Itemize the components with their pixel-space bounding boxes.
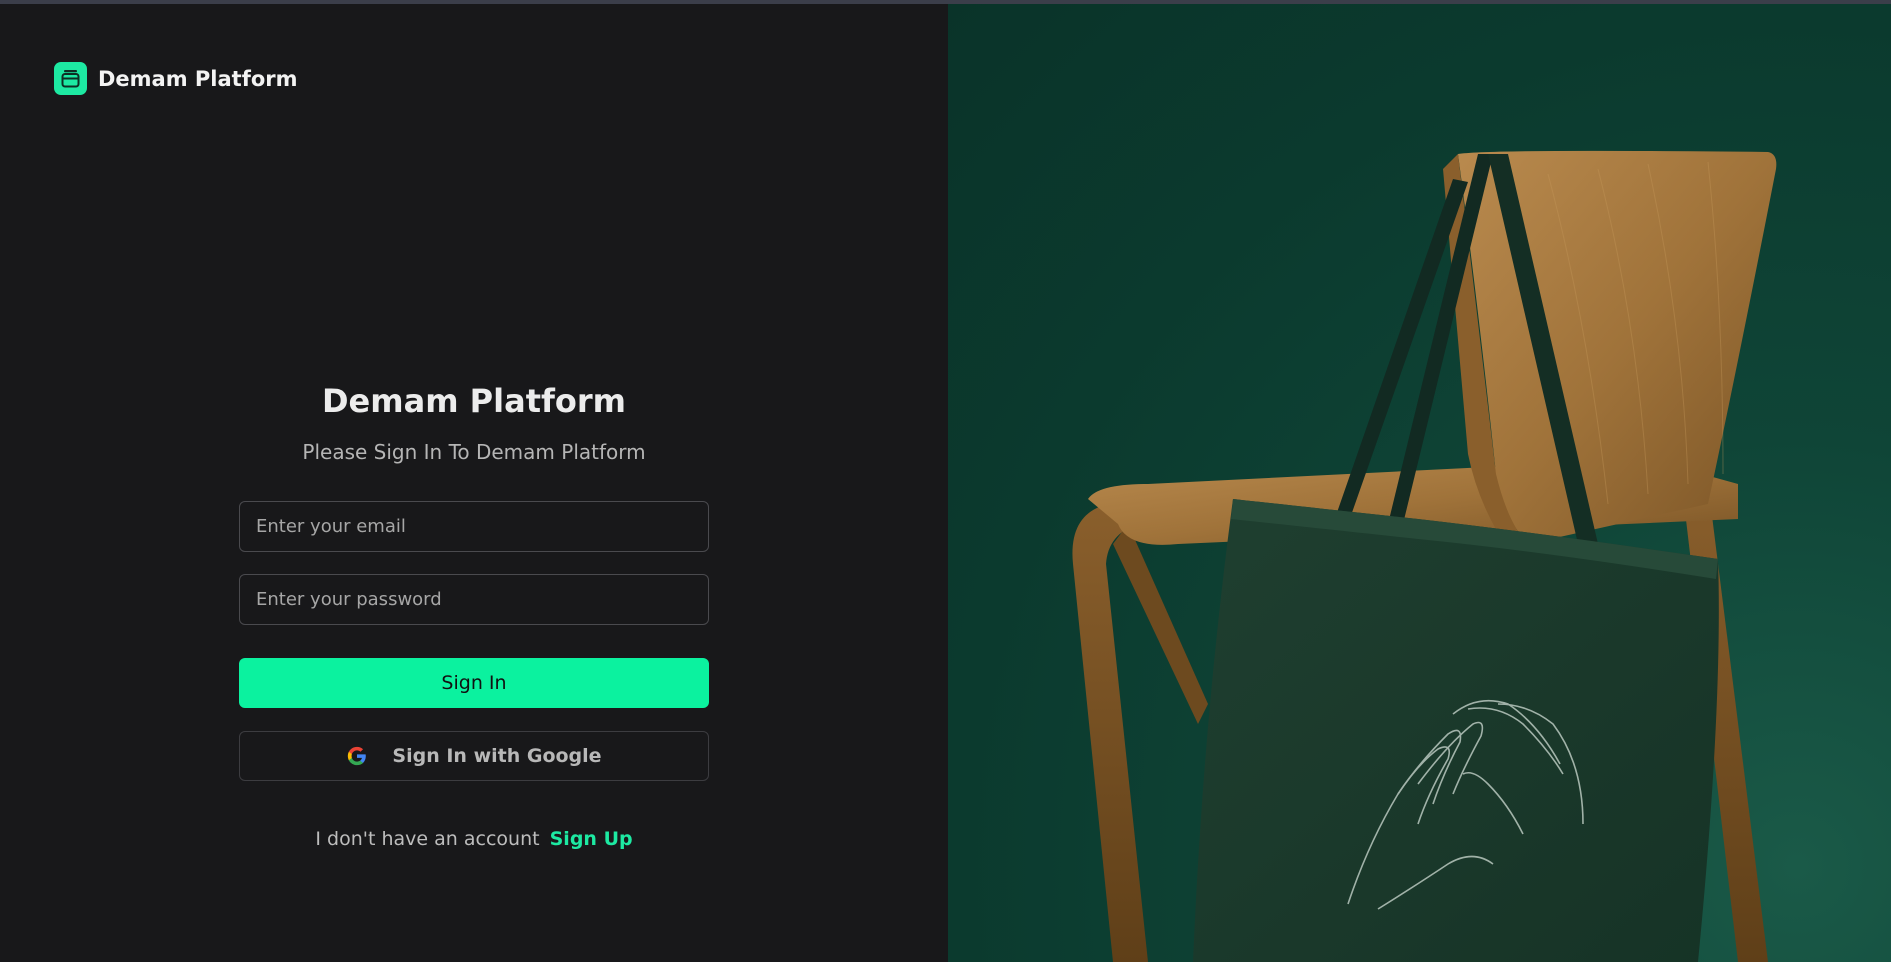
- google-sign-in-button[interactable]: Sign In with Google: [239, 731, 709, 781]
- signup-prompt: I don't have an account Sign Up: [239, 828, 709, 850]
- sign-up-link[interactable]: Sign Up: [550, 828, 633, 850]
- password-input[interactable]: [239, 574, 709, 625]
- chair-with-tote-bag-illustration: [1072, 150, 1777, 962]
- brand-name: Demam Platform: [98, 66, 298, 91]
- google-icon: [348, 746, 367, 766]
- brand[interactable]: Demam Platform: [54, 62, 298, 95]
- login-panel: Demam Platform Demam Platform Please Sig…: [0, 4, 948, 962]
- google-button-label: Sign In with Google: [392, 745, 602, 767]
- sign-in-button[interactable]: Sign In: [239, 658, 709, 708]
- hero-image: [948, 4, 1891, 962]
- no-account-text: I don't have an account: [315, 828, 540, 850]
- sign-in-form: Demam Platform Please Sign In To Demam P…: [239, 376, 709, 850]
- form-subtitle: Please Sign In To Demam Platform: [302, 440, 646, 464]
- email-input[interactable]: [239, 501, 709, 552]
- box-icon: [54, 62, 87, 95]
- form-title: Demam Platform: [321, 382, 627, 420]
